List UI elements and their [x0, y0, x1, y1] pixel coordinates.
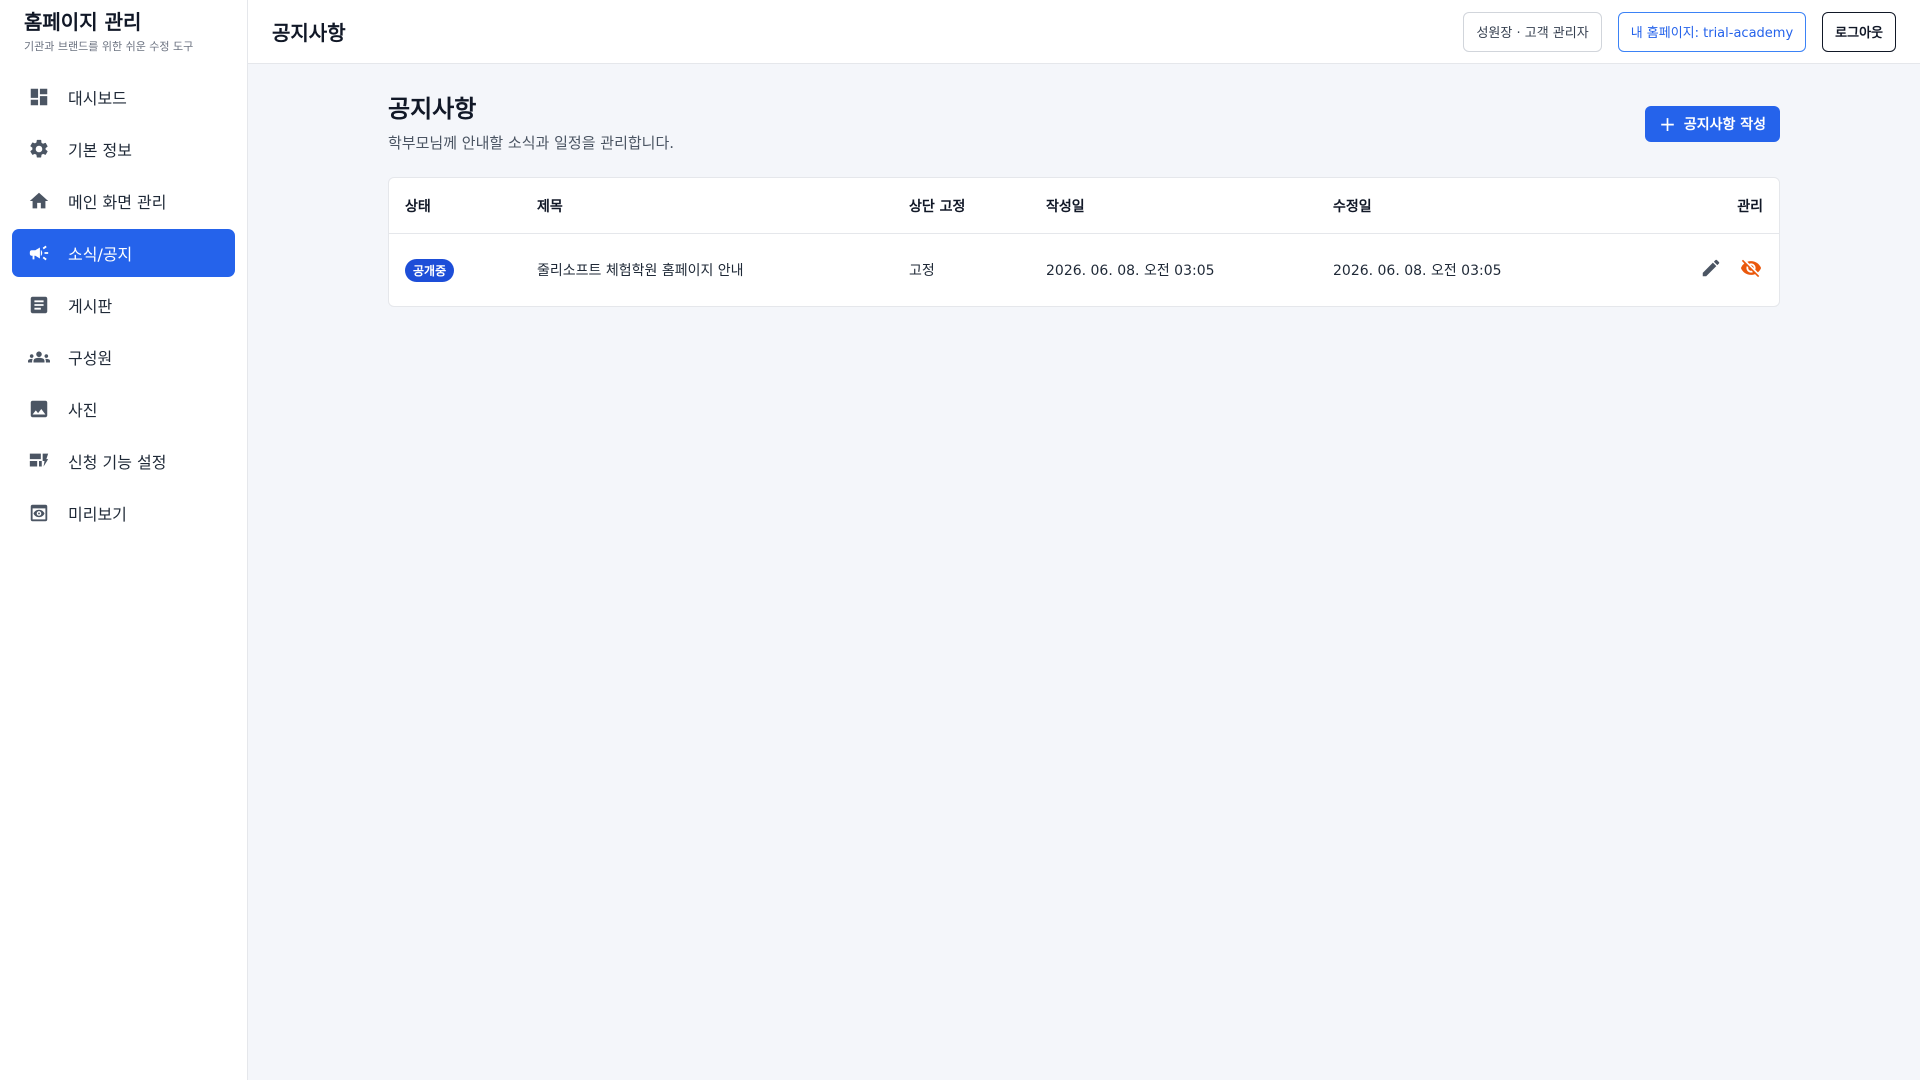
column-header-status: 상태: [405, 198, 431, 215]
article-icon: [28, 294, 50, 316]
sidebar-item-label: 미리보기: [68, 505, 127, 524]
brand: 홈페이지 관리 기관과 브랜드를 위한 쉬운 수정 도구: [0, 0, 247, 64]
hide-button[interactable]: [1739, 258, 1763, 282]
column-header-created: 작성일: [1046, 198, 1085, 215]
brand-title: 홈페이지 관리: [24, 10, 142, 34]
sidebar-item-label: 신청 기능 설정: [68, 453, 167, 472]
group-icon: [28, 346, 50, 368]
sidebar-item-label: 대시보드: [68, 89, 127, 108]
table-header-row: 상태 제목 상단 고정 작성일 수정일 관리: [389, 178, 1779, 234]
main-content: 공지사항 학부모님께 안내할 소식과 일정을 관리합니다. + 공지사항 작성 …: [388, 64, 1780, 307]
logout-button[interactable]: 로그아웃: [1822, 11, 1896, 52]
table-row[interactable]: 공개중 줄리소프트 체험학원 홈페이지 안내 고정 2026. 06. 08. …: [389, 234, 1779, 306]
sidebar-item-label: 메인 화면 관리: [68, 193, 167, 212]
status-badge: 공개중: [405, 258, 455, 282]
status-cell: 공개중: [405, 258, 537, 282]
sidebar-item-dashboard[interactable]: 대시보드: [12, 73, 235, 121]
plus-icon: +: [1659, 112, 1676, 136]
sidebar-item-news[interactable]: 소식/공지: [12, 229, 235, 277]
top-header: 공지사항 성원장 · 고객 관리자 내 홈페이지: trial-academy …: [248, 0, 1920, 64]
sidebar-nav: 대시보드 기본 정보 메인 화면 관리 소식/공지 게시판 구성원 사진 신청 …: [0, 73, 247, 537]
manage-cell: [1633, 258, 1763, 282]
sidebar-item-label: 게시판: [68, 297, 113, 316]
page-description: 학부모님께 안내할 소식과 일정을 관리합니다.: [388, 134, 675, 152]
my-site-link[interactable]: 내 홈페이지: trial-academy: [1617, 11, 1807, 52]
megaphone-icon: [28, 242, 50, 264]
page-heading-group: 공지사항 학부모님께 안내할 소식과 일정을 관리합니다.: [388, 94, 674, 153]
page-header: 공지사항 학부모님께 안내할 소식과 일정을 관리합니다. + 공지사항 작성: [388, 94, 1780, 153]
sidebar-item-members[interactable]: 구성원: [12, 333, 235, 381]
updated-date-cell: 2026. 06. 08. 오전 03:05: [1333, 263, 1502, 279]
create-notice-button[interactable]: + 공지사항 작성: [1645, 106, 1780, 142]
user-chip[interactable]: 성원장 · 고객 관리자: [1463, 11, 1602, 52]
notice-table: 상태 제목 상단 고정 작성일 수정일 관리 공개중 줄리소프트 체험학원 홈페…: [388, 177, 1780, 307]
created-date-cell: 2026. 06. 08. 오전 03:05: [1046, 263, 1215, 279]
form-icon: [28, 450, 50, 472]
sidebar-item-label: 사진: [68, 401, 98, 420]
sidebar-item-label: 소식/공지: [68, 245, 133, 264]
eye-off-icon: [1740, 257, 1762, 283]
sidebar-item-main-screen[interactable]: 메인 화면 관리: [12, 177, 235, 225]
sidebar-item-preview[interactable]: 미리보기: [12, 489, 235, 537]
sidebar-item-label: 구성원: [68, 349, 113, 368]
edit-button[interactable]: [1699, 258, 1723, 282]
dashboard-icon: [28, 86, 50, 108]
pencil-icon: [1700, 257, 1722, 283]
home-icon: [28, 190, 50, 212]
column-header-updated: 수정일: [1333, 198, 1372, 215]
sidebar: 홈페이지 관리 기관과 브랜드를 위한 쉬운 수정 도구 대시보드 기본 정보 …: [0, 0, 248, 1080]
brand-subtitle: 기관과 브랜드를 위한 쉬운 수정 도구: [24, 40, 194, 53]
column-header-pinned: 상단 고정: [909, 198, 966, 215]
sidebar-item-label: 기본 정보: [68, 141, 132, 160]
title-cell[interactable]: 줄리소프트 체험학원 홈페이지 안내: [537, 260, 909, 280]
page-title: 공지사항: [388, 95, 477, 123]
sidebar-item-board[interactable]: 게시판: [12, 281, 235, 329]
header-actions: 성원장 · 고객 관리자 내 홈페이지: trial-academy 로그아웃: [1463, 11, 1896, 52]
sidebar-item-photos[interactable]: 사진: [12, 385, 235, 433]
sidebar-item-application-settings[interactable]: 신청 기능 설정: [12, 437, 235, 485]
column-header-manage: 관리: [1737, 198, 1763, 215]
create-notice-label: 공지사항 작성: [1683, 117, 1766, 133]
column-header-title: 제목: [537, 198, 563, 215]
header-title: 공지사항: [272, 21, 346, 45]
gear-icon: [28, 138, 50, 160]
pinned-cell: 고정: [909, 263, 935, 279]
sidebar-item-basic-info[interactable]: 기본 정보: [12, 125, 235, 173]
image-icon: [28, 398, 50, 420]
preview-icon: [28, 502, 50, 524]
